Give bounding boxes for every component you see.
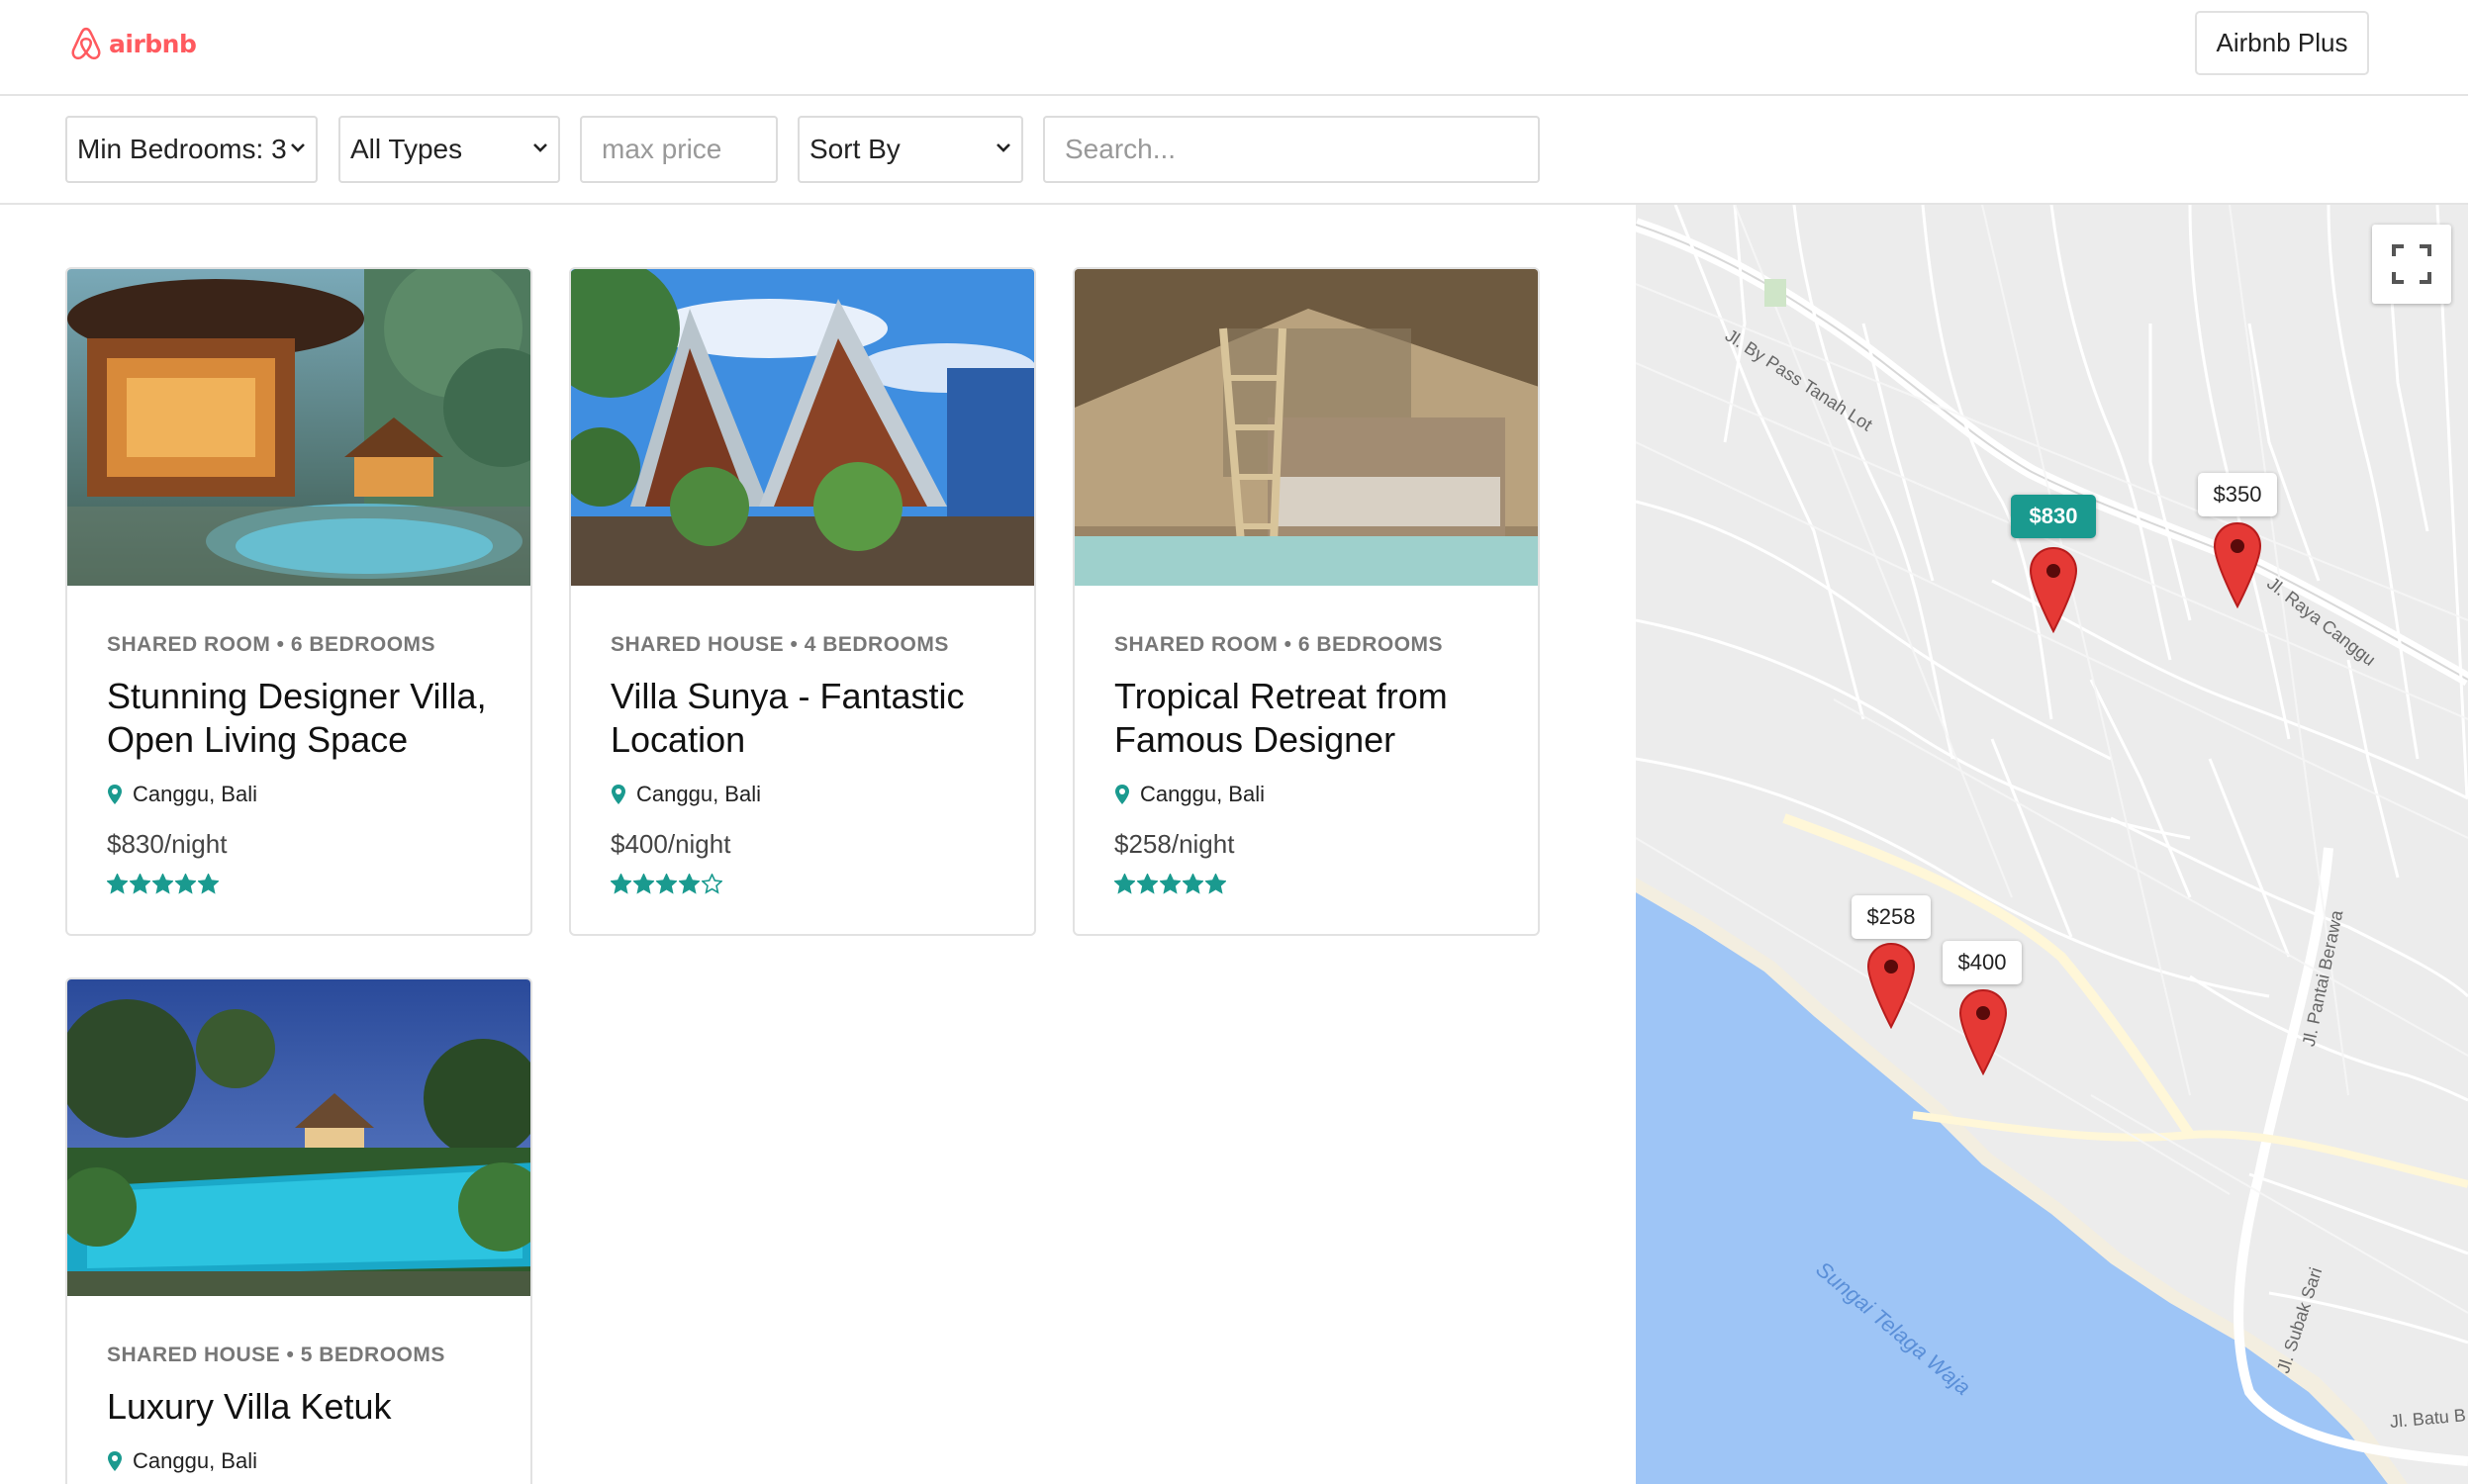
star-filled-icon [107, 874, 128, 894]
listing-meta: SHARED ROOM • 6 BEDROOMS [1114, 633, 1444, 656]
star-filled-icon [1183, 874, 1203, 894]
airbnb-logo-icon [71, 27, 101, 60]
star-filled-icon [130, 874, 150, 894]
location-pin-icon [1115, 785, 1129, 804]
map-price-tag[interactable]: $400 [1943, 941, 2022, 984]
chevron-down-icon [997, 143, 1010, 152]
fullscreen-icon [2392, 244, 2431, 284]
fullscreen-button[interactable] [2372, 225, 2451, 304]
map-price-tag[interactable]: $350 [2198, 473, 2277, 516]
listing-photo[interactable] [67, 979, 530, 1296]
top-header: airbnb Airbnb Plus [0, 0, 2468, 96]
map-pin-icon[interactable] [1958, 988, 2008, 1075]
filter-bar: Min Bedrooms: 3 All Types max price Sort… [0, 96, 2468, 205]
star-filled-icon [1160, 874, 1181, 894]
map-pin-icon[interactable] [2213, 521, 2262, 608]
listing-location: Canggu, Bali [107, 1448, 491, 1474]
star-rating [1114, 874, 1498, 894]
star-filled-icon [175, 874, 196, 894]
listing-title[interactable]: Stunning Designer Villa, Open Living Spa… [107, 675, 491, 762]
listing-card[interactable]: SHARED ROOM • 6 BEDROOMS Tropical Retrea… [1073, 267, 1540, 936]
star-filled-icon [1137, 874, 1158, 894]
map-pin-icon[interactable] [1866, 942, 1916, 1029]
listing-meta: SHARED HOUSE • 5 BEDROOMS [107, 1344, 445, 1366]
min-bedrooms-value: Min Bedrooms: 3 [77, 134, 287, 164]
type-select[interactable]: All Types [338, 116, 560, 183]
star-filled-icon [633, 874, 654, 894]
star-filled-icon [152, 874, 173, 894]
location-pin-icon [108, 1451, 122, 1471]
type-value: All Types [350, 134, 463, 164]
listing-location-text: Canggu, Bali [133, 1448, 257, 1473]
star-filled-icon [198, 874, 219, 894]
airbnb-plus-button[interactable]: Airbnb Plus [2195, 11, 2369, 75]
listing-price: $830/night [107, 829, 228, 859]
location-pin-icon [108, 785, 122, 804]
listing-grid: SHARED ROOM • 6 BEDROOMS Stunning Design… [0, 205, 1633, 1484]
listing-card[interactable]: SHARED HOUSE • 4 BEDROOMS Villa Sunya - … [569, 267, 1036, 936]
listing-location-text: Canggu, Bali [133, 782, 257, 806]
page: airbnb Airbnb Plus Min Bedrooms: 3 All T… [0, 0, 2472, 1484]
listing-photo[interactable] [67, 269, 530, 586]
listing-card[interactable]: SHARED ROOM • 6 BEDROOMS Stunning Design… [65, 267, 532, 936]
star-filled-icon [679, 874, 700, 894]
map-price-tag[interactable]: $258 [1852, 895, 1931, 939]
max-price-input[interactable]: max price [580, 116, 778, 183]
map-view[interactable]: Jl. By Pass Tanah Lot Jl. Raya Canggu Jl… [1636, 205, 2468, 1484]
listing-title[interactable]: Luxury Villa Ketuk [107, 1385, 491, 1429]
listing-price: $258/night [1114, 829, 1235, 859]
listing-card[interactable]: SHARED HOUSE • 5 BEDROOMS Luxury Villa K… [65, 977, 532, 1484]
star-empty-icon [702, 874, 722, 894]
airbnb-logo[interactable]: airbnb [69, 26, 197, 61]
star-rating [107, 874, 491, 894]
listing-location-text: Canggu, Bali [636, 782, 761, 806]
chevron-down-icon [533, 143, 547, 152]
sort-by-select[interactable]: Sort By [798, 116, 1023, 183]
sort-by-value: Sort By [809, 134, 901, 164]
map-canvas[interactable] [1636, 205, 2468, 1484]
search-input[interactable]: Search... [1043, 116, 1540, 183]
star-filled-icon [1114, 874, 1135, 894]
listing-price: $400/night [611, 829, 731, 859]
listing-meta: SHARED ROOM • 6 BEDROOMS [107, 633, 436, 656]
listing-location: Canggu, Bali [611, 782, 995, 807]
listing-title[interactable]: Tropical Retreat from Famous Designer [1114, 675, 1498, 762]
listing-title[interactable]: Villa Sunya - Fantastic Location [611, 675, 995, 762]
listing-photo[interactable] [1075, 269, 1538, 586]
listing-location: Canggu, Bali [1114, 782, 1498, 807]
map-pin-icon[interactable] [2029, 546, 2078, 633]
min-bedrooms-select[interactable]: Min Bedrooms: 3 [65, 116, 318, 183]
listing-location-text: Canggu, Bali [1140, 782, 1265, 806]
star-filled-icon [656, 874, 677, 894]
logo-text: airbnb [109, 29, 197, 58]
chevron-down-icon [291, 143, 305, 152]
listing-location: Canggu, Bali [107, 782, 491, 807]
listing-photo[interactable] [571, 269, 1034, 586]
listing-meta: SHARED HOUSE • 4 BEDROOMS [611, 633, 949, 656]
map-price-tag[interactable]: $830 [2011, 495, 2096, 538]
star-filled-icon [1205, 874, 1226, 894]
location-pin-icon [612, 785, 625, 804]
star-filled-icon [611, 874, 631, 894]
star-rating [611, 874, 995, 894]
